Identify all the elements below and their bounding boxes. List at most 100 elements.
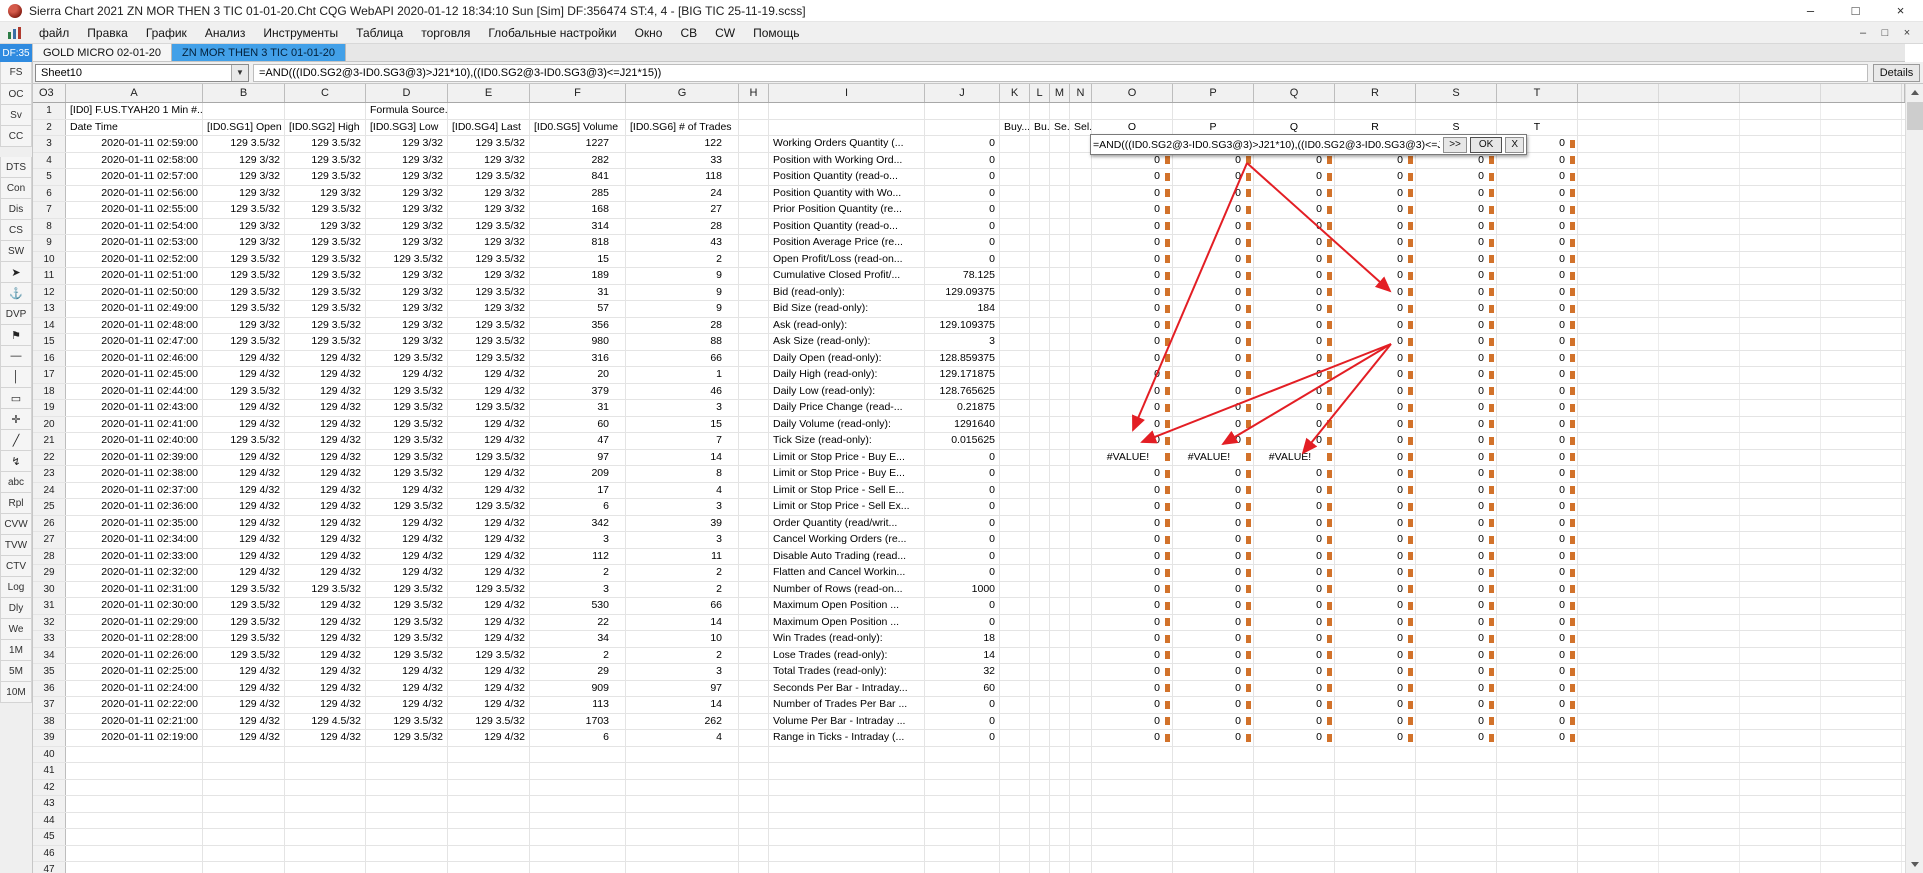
cell-Q8[interactable]: 0	[1254, 218, 1335, 234]
cell-A23[interactable]: 2020-01-11 02:38:00	[66, 466, 203, 482]
cell-T29[interactable]: 0	[1497, 565, 1578, 581]
cell-L26[interactable]	[1030, 515, 1050, 531]
cell-T31[interactable]: 0	[1497, 598, 1578, 614]
cell-H11[interactable]	[739, 268, 769, 284]
cell-O9[interactable]: 0	[1092, 235, 1173, 251]
cell-M47[interactable]	[1050, 862, 1070, 873]
cell-F25[interactable]: 6	[530, 499, 626, 515]
cell-L36[interactable]	[1030, 680, 1050, 696]
cell-B44[interactable]	[203, 812, 285, 828]
cell-K28[interactable]	[1000, 548, 1030, 564]
cell-Q14[interactable]: 0	[1254, 317, 1335, 333]
row-header-16[interactable]: 16	[33, 350, 66, 366]
cell-L31[interactable]	[1030, 598, 1050, 614]
cell-P19[interactable]: 0	[1173, 400, 1254, 416]
cell-H15[interactable]	[739, 334, 769, 350]
cell-Q13[interactable]: 0	[1254, 301, 1335, 317]
cell-G31[interactable]: 66	[626, 598, 739, 614]
control-bar-we-button[interactable]: We	[0, 619, 32, 640]
cell-J3[interactable]: 0	[925, 136, 1000, 152]
cell-H27[interactable]	[739, 532, 769, 548]
chevron-down-icon[interactable]: ▼	[231, 64, 248, 81]
cell-Q11[interactable]: 0	[1254, 268, 1335, 284]
cell-E24[interactable]: 129 4/32	[448, 482, 530, 498]
row-header-25[interactable]: 25	[33, 499, 66, 515]
cell-A39[interactable]: 2020-01-11 02:19:00	[66, 730, 203, 746]
cell-S46[interactable]	[1416, 845, 1497, 861]
cell-K37[interactable]	[1000, 697, 1030, 713]
cell-N21[interactable]	[1070, 433, 1092, 449]
cell-G35[interactable]: 3	[626, 664, 739, 680]
cell-R13[interactable]: 0	[1335, 301, 1416, 317]
cell-S29[interactable]: 0	[1416, 565, 1497, 581]
cell-Q6[interactable]: 0	[1254, 185, 1335, 201]
cell-E45[interactable]	[448, 829, 530, 845]
cell-E15[interactable]: 129 3.5/32	[448, 334, 530, 350]
cell-E19[interactable]: 129 3.5/32	[448, 400, 530, 416]
cell-P2[interactable]: P	[1173, 119, 1254, 135]
cell-C12[interactable]: 129 3.5/32	[285, 284, 366, 300]
cell-Q37[interactable]: 0	[1254, 697, 1335, 713]
cell-M13[interactable]	[1050, 301, 1070, 317]
cell-F32[interactable]: 22	[530, 614, 626, 630]
cell-I32[interactable]: Maximum Open Position ...	[769, 614, 925, 630]
cell-B23[interactable]: 129 4/32	[203, 466, 285, 482]
cell-H3[interactable]	[739, 136, 769, 152]
cell-I33[interactable]: Win Trades (read-only):	[769, 631, 925, 647]
cell-C47[interactable]	[285, 862, 366, 873]
cell-P29[interactable]: 0	[1173, 565, 1254, 581]
cell-S26[interactable]: 0	[1416, 515, 1497, 531]
cell-S21[interactable]: 0	[1416, 433, 1497, 449]
cell-E31[interactable]: 129 4/32	[448, 598, 530, 614]
cell-G45[interactable]	[626, 829, 739, 845]
cell-S7[interactable]: 0	[1416, 202, 1497, 218]
cell-M31[interactable]	[1050, 598, 1070, 614]
cell-O6[interactable]: 0	[1092, 185, 1173, 201]
cell-N18[interactable]	[1070, 383, 1092, 399]
cell-R12[interactable]: 0	[1335, 284, 1416, 300]
column-header-J[interactable]: J	[925, 84, 1000, 102]
cell-E44[interactable]	[448, 812, 530, 828]
cell-P42[interactable]	[1173, 779, 1254, 795]
cell-E2[interactable]: [ID0.SG4] Last	[448, 119, 530, 135]
cell-I6[interactable]: Position Quantity with Wo...	[769, 185, 925, 201]
cell-L15[interactable]	[1030, 334, 1050, 350]
cell-B3[interactable]: 129 3.5/32	[203, 136, 285, 152]
cell-E38[interactable]: 129 3.5/32	[448, 713, 530, 729]
cell-A30[interactable]: 2020-01-11 02:31:00	[66, 581, 203, 597]
cell-K23[interactable]	[1000, 466, 1030, 482]
control-bar-cs-button[interactable]: CS	[0, 220, 32, 241]
cell-L11[interactable]	[1030, 268, 1050, 284]
cell-A47[interactable]	[66, 862, 203, 873]
cell-P20[interactable]: 0	[1173, 416, 1254, 432]
cell-O44[interactable]	[1092, 812, 1173, 828]
cell-F1[interactable]	[530, 103, 626, 119]
cell-Q44[interactable]	[1254, 812, 1335, 828]
cell-G1[interactable]	[626, 103, 739, 119]
cell-N28[interactable]	[1070, 548, 1092, 564]
cell-L42[interactable]	[1030, 779, 1050, 795]
menu-item-3[interactable]: Анализ	[196, 26, 255, 40]
cell-D23[interactable]: 129 3.5/32	[366, 466, 448, 482]
cell-C14[interactable]: 129 3.5/32	[285, 317, 366, 333]
column-header-T[interactable]: T	[1497, 84, 1578, 102]
cell-P18[interactable]: 0	[1173, 383, 1254, 399]
cell-J4[interactable]: 0	[925, 152, 1000, 168]
row-header-22[interactable]: 22	[33, 449, 66, 465]
column-header-D[interactable]: D	[366, 84, 448, 102]
cell-B26[interactable]: 129 4/32	[203, 515, 285, 531]
cell-G27[interactable]: 3	[626, 532, 739, 548]
cell-M6[interactable]	[1050, 185, 1070, 201]
cell-F19[interactable]: 31	[530, 400, 626, 416]
cell-D33[interactable]: 129 3.5/32	[366, 631, 448, 647]
cell-K33[interactable]	[1000, 631, 1030, 647]
cell-B32[interactable]: 129 3.5/32	[203, 614, 285, 630]
cell-A8[interactable]: 2020-01-11 02:54:00	[66, 218, 203, 234]
cell-C4[interactable]: 129 3.5/32	[285, 152, 366, 168]
cell-I8[interactable]: Position Quantity (read-o...	[769, 218, 925, 234]
row-header-9[interactable]: 9	[33, 235, 66, 251]
cell-B19[interactable]: 129 4/32	[203, 400, 285, 416]
cell-G25[interactable]: 3	[626, 499, 739, 515]
cell-R23[interactable]: 0	[1335, 466, 1416, 482]
cell-M17[interactable]	[1050, 367, 1070, 383]
